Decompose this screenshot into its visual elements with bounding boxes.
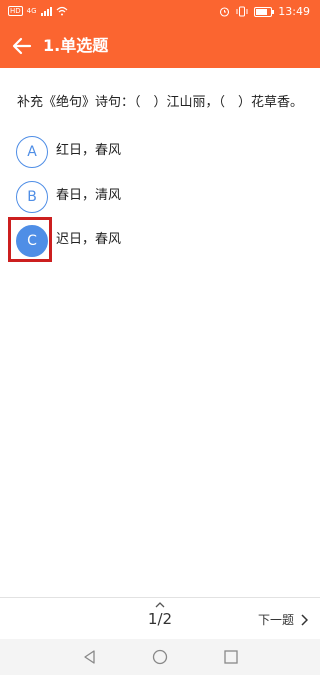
hd-badge: HD — [8, 6, 23, 16]
status-bar: HD 4G 13:49 — [0, 0, 320, 24]
battery-icon — [254, 6, 275, 17]
option-a-letter[interactable]: A — [16, 136, 48, 168]
option-c-text[interactable]: 迟日，春风 — [56, 231, 121, 249]
system-nav-bar — [0, 639, 320, 675]
back-arrow-icon[interactable] — [10, 34, 34, 58]
option-a[interactable]: A 红日，春风 — [16, 136, 216, 168]
option-a-text[interactable]: 红日，春风 — [56, 142, 121, 160]
vibrate-icon — [236, 6, 248, 17]
status-time: 13:49 — [278, 5, 310, 18]
signal-icon — [40, 6, 52, 16]
nav-home-icon[interactable] — [152, 649, 168, 665]
chevron-up-icon[interactable] — [154, 601, 166, 609]
wifi-icon — [56, 6, 67, 16]
option-b[interactable]: B 春日，清风 — [16, 181, 216, 213]
alarm-icon — [220, 7, 230, 17]
status-left: HD 4G — [8, 6, 68, 16]
option-b-text[interactable]: 春日，清风 — [56, 187, 121, 205]
bottom-bar: 1/2 下一题 — [0, 597, 320, 640]
question-text: 补充《绝句》诗句：（ ）江山丽，（ ）花草香。 — [17, 95, 304, 110]
network-type: 4G — [26, 7, 37, 15]
chevron-right-icon[interactable] — [300, 613, 308, 626]
status-right: 13:49 — [219, 5, 310, 18]
next-question-button[interactable]: 下一题 — [258, 611, 308, 628]
selection-highlight-box — [8, 217, 52, 262]
nav-back-icon[interactable] — [82, 649, 98, 665]
nav-recents-icon[interactable] — [223, 649, 239, 665]
option-b-letter[interactable]: B — [16, 181, 48, 213]
app-bar: 1.单选题 — [0, 24, 320, 68]
page-title: 1.单选题 — [43, 36, 109, 55]
next-question-label[interactable]: 下一题 — [258, 611, 294, 628]
